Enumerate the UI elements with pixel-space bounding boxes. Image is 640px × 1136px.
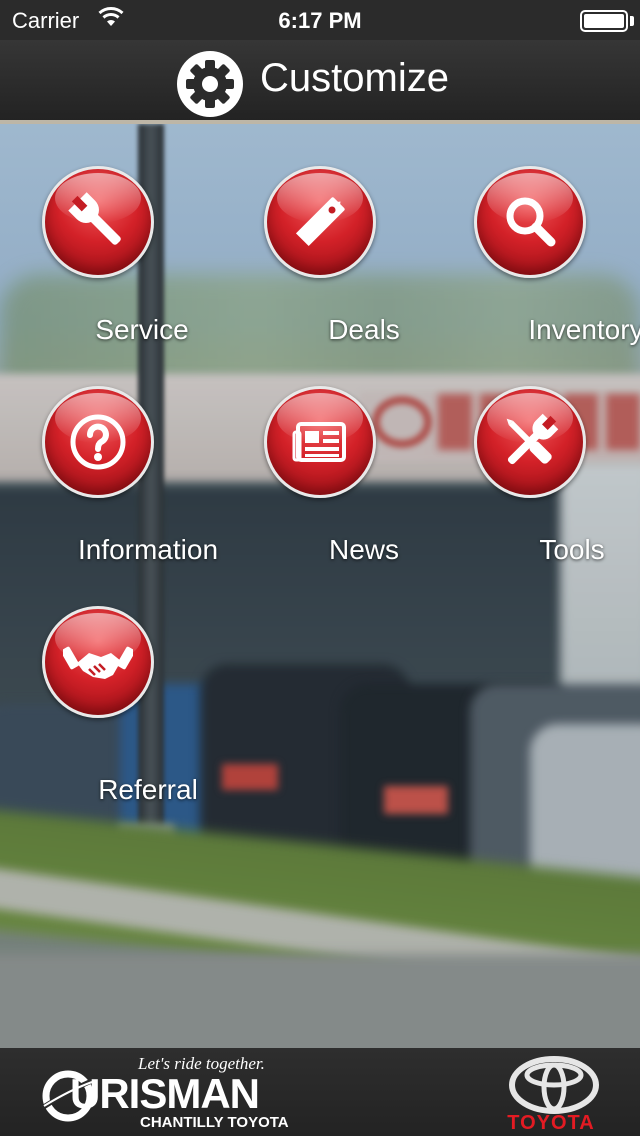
inventory-button[interactable]	[474, 166, 586, 278]
newspaper-icon	[292, 422, 346, 462]
referral-label: Referral	[98, 774, 198, 805]
news-button[interactable]	[264, 386, 376, 498]
dealer-logo: URISMAN	[70, 1070, 260, 1117]
menu-item-referral[interactable]: Referral	[42, 606, 242, 806]
deals-button[interactable]	[264, 166, 376, 278]
footer-banner[interactable]: Let's ride together. URISMAN CHANTILLY T…	[0, 1048, 640, 1136]
menu-item-deals[interactable]: Deals	[264, 166, 464, 366]
menu-item-service[interactable]: Service	[42, 166, 242, 366]
price-tag-icon	[295, 197, 345, 247]
header-bar: Customize	[0, 40, 640, 124]
inventory-label: Inventory	[528, 314, 640, 345]
handshake-icon	[63, 646, 133, 679]
tools-label: Tools	[539, 534, 605, 565]
status-bar: Carrier 6:17 PM	[0, 0, 640, 40]
brand-name: TOYOTA	[507, 1112, 595, 1134]
toyota-logo-icon	[508, 1056, 600, 1114]
gear-icon[interactable]	[176, 50, 244, 118]
information-button[interactable]	[42, 386, 154, 498]
question-icon	[70, 414, 126, 470]
service-button[interactable]	[42, 166, 154, 278]
referral-button[interactable]	[42, 606, 154, 718]
dealer-subtitle: CHANTILLY TOYOTA	[140, 1114, 289, 1131]
tools-icon	[506, 413, 559, 465]
clock: 6:17 PM	[278, 8, 362, 33]
battery-icon	[580, 10, 628, 32]
menu-item-information[interactable]: Information	[42, 386, 242, 586]
menu-item-inventory[interactable]: Inventory	[474, 166, 640, 366]
tools-button[interactable]	[474, 386, 586, 498]
menu-item-tools[interactable]: Tools	[474, 386, 640, 586]
search-icon	[506, 197, 556, 247]
page-title: Customize	[260, 56, 449, 100]
wrench-icon	[68, 192, 121, 245]
